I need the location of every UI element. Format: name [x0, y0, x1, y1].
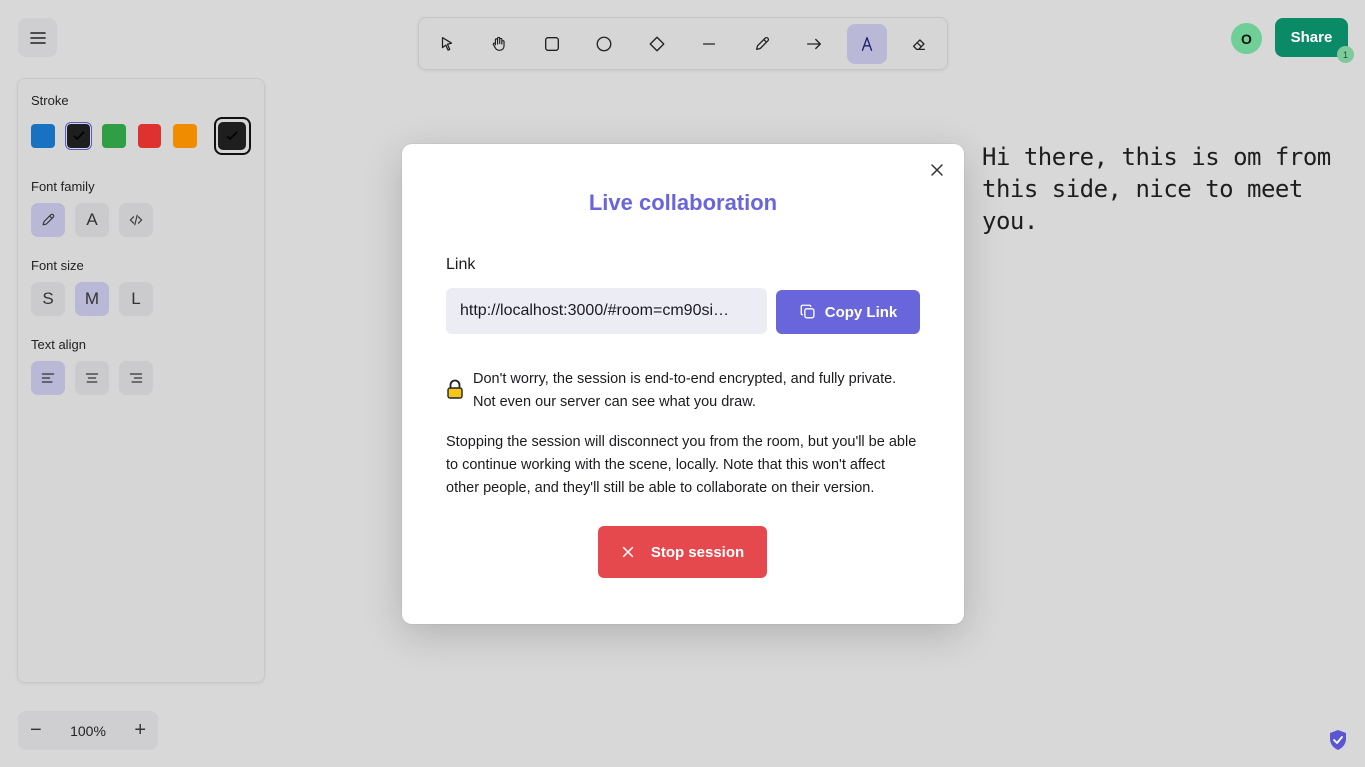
zoom-in-button[interactable]: + — [134, 719, 146, 742]
diamond-icon — [649, 36, 665, 51]
zoom-controls: − 100% + — [18, 711, 158, 750]
current-stroke-color[interactable] — [213, 117, 251, 155]
eraser-tool[interactable] — [900, 24, 940, 64]
encryption-note: Don't worry, the session is end-to-end e… — [446, 368, 916, 414]
font-family-label: Font family — [31, 179, 95, 194]
text-icon — [861, 36, 872, 51]
cursor-icon — [441, 36, 452, 51]
pencil-icon — [755, 36, 769, 50]
canvas-text-element[interactable]: Hi there, this is om from this side, nic… — [982, 141, 1362, 237]
pencil-icon — [42, 213, 55, 226]
dialog-title: Live collaboration — [588, 190, 778, 215]
arrow-tool[interactable] — [795, 24, 835, 64]
shield-check-icon[interactable] — [1328, 729, 1348, 751]
arrow-right-icon — [807, 38, 822, 49]
align-left-icon — [41, 373, 55, 383]
stroke-color-blue[interactable] — [31, 124, 55, 148]
font-normal-glyph: A — [86, 210, 98, 229]
code-icon — [129, 214, 143, 226]
font-hand-drawn-button[interactable] — [31, 203, 65, 237]
copy-icon — [800, 304, 815, 319]
font-family-picker: A — [31, 203, 251, 237]
align-left-button[interactable] — [31, 361, 65, 395]
live-collaboration-dialog: Live collaboration Link http://localhost… — [402, 144, 964, 624]
diamond-tool[interactable] — [637, 24, 677, 64]
align-right-button[interactable] — [119, 361, 153, 395]
zoom-out-button[interactable]: − — [30, 719, 42, 742]
stroke-color-red[interactable] — [137, 124, 162, 148]
properties-panel: Stroke Font family A Font size S M L Tex… — [17, 78, 265, 683]
stroke-color-black[interactable] — [64, 122, 93, 150]
current-color-swatch — [218, 122, 247, 150]
rectangle-tool[interactable] — [532, 24, 572, 64]
main-menu-button[interactable] — [18, 18, 57, 57]
close-icon — [622, 546, 633, 558]
selection-tool[interactable] — [427, 24, 467, 64]
shapes-toolbar — [418, 17, 948, 70]
text-tool[interactable] — [847, 23, 887, 64]
line-tool[interactable] — [690, 24, 730, 64]
stroke-label: Stroke — [31, 93, 69, 108]
checkmark-icon — [72, 131, 85, 141]
font-code-button[interactable] — [119, 203, 153, 237]
rectangle-icon — [544, 36, 559, 51]
stop-session-label: Stop session — [650, 543, 745, 561]
stroke-color-picker — [31, 117, 251, 155]
hamburger-icon — [29, 31, 46, 44]
collaborator-count-badge: 1 — [1337, 46, 1354, 63]
align-center-icon — [85, 373, 99, 383]
font-size-label: Font size — [31, 258, 84, 273]
zoom-level[interactable]: 100% — [70, 723, 106, 739]
stroke-color-green[interactable] — [102, 124, 126, 148]
ellipse-tool[interactable] — [585, 24, 625, 64]
font-size-medium[interactable]: M — [75, 282, 109, 316]
checkmark-icon — [226, 131, 238, 141]
encryption-text: Don't worry, the session is end-to-end e… — [473, 371, 897, 410]
hand-icon — [492, 36, 505, 51]
collaborator-avatar[interactable]: O — [1231, 23, 1262, 54]
circle-icon — [596, 36, 612, 51]
font-normal-button[interactable]: A — [75, 203, 109, 237]
stop-session-description: Stopping the session will disconnect you… — [446, 434, 917, 496]
eraser-icon — [913, 38, 926, 50]
close-icon[interactable] — [929, 162, 945, 178]
draw-tool[interactable] — [742, 24, 782, 64]
font-size-large[interactable]: L — [119, 282, 153, 316]
stroke-color-orange[interactable] — [173, 124, 197, 148]
text-align-picker — [31, 361, 251, 395]
link-label: Link — [446, 256, 476, 273]
hand-tool[interactable] — [480, 24, 520, 64]
font-size-picker: S M L — [31, 282, 251, 316]
copy-link-button[interactable]: Copy Link — [776, 290, 920, 334]
line-icon — [703, 42, 716, 45]
copy-link-label: Copy Link — [824, 303, 898, 321]
room-link-field[interactable]: http://localhost:3000/#room=cm90si… — [446, 288, 767, 334]
align-center-button[interactable] — [75, 361, 109, 395]
font-size-small[interactable]: S — [31, 282, 65, 316]
text-align-label: Text align — [31, 337, 86, 352]
lock-icon — [447, 379, 463, 399]
align-right-icon — [129, 373, 143, 383]
stop-session-button[interactable]: Stop session — [598, 526, 767, 578]
